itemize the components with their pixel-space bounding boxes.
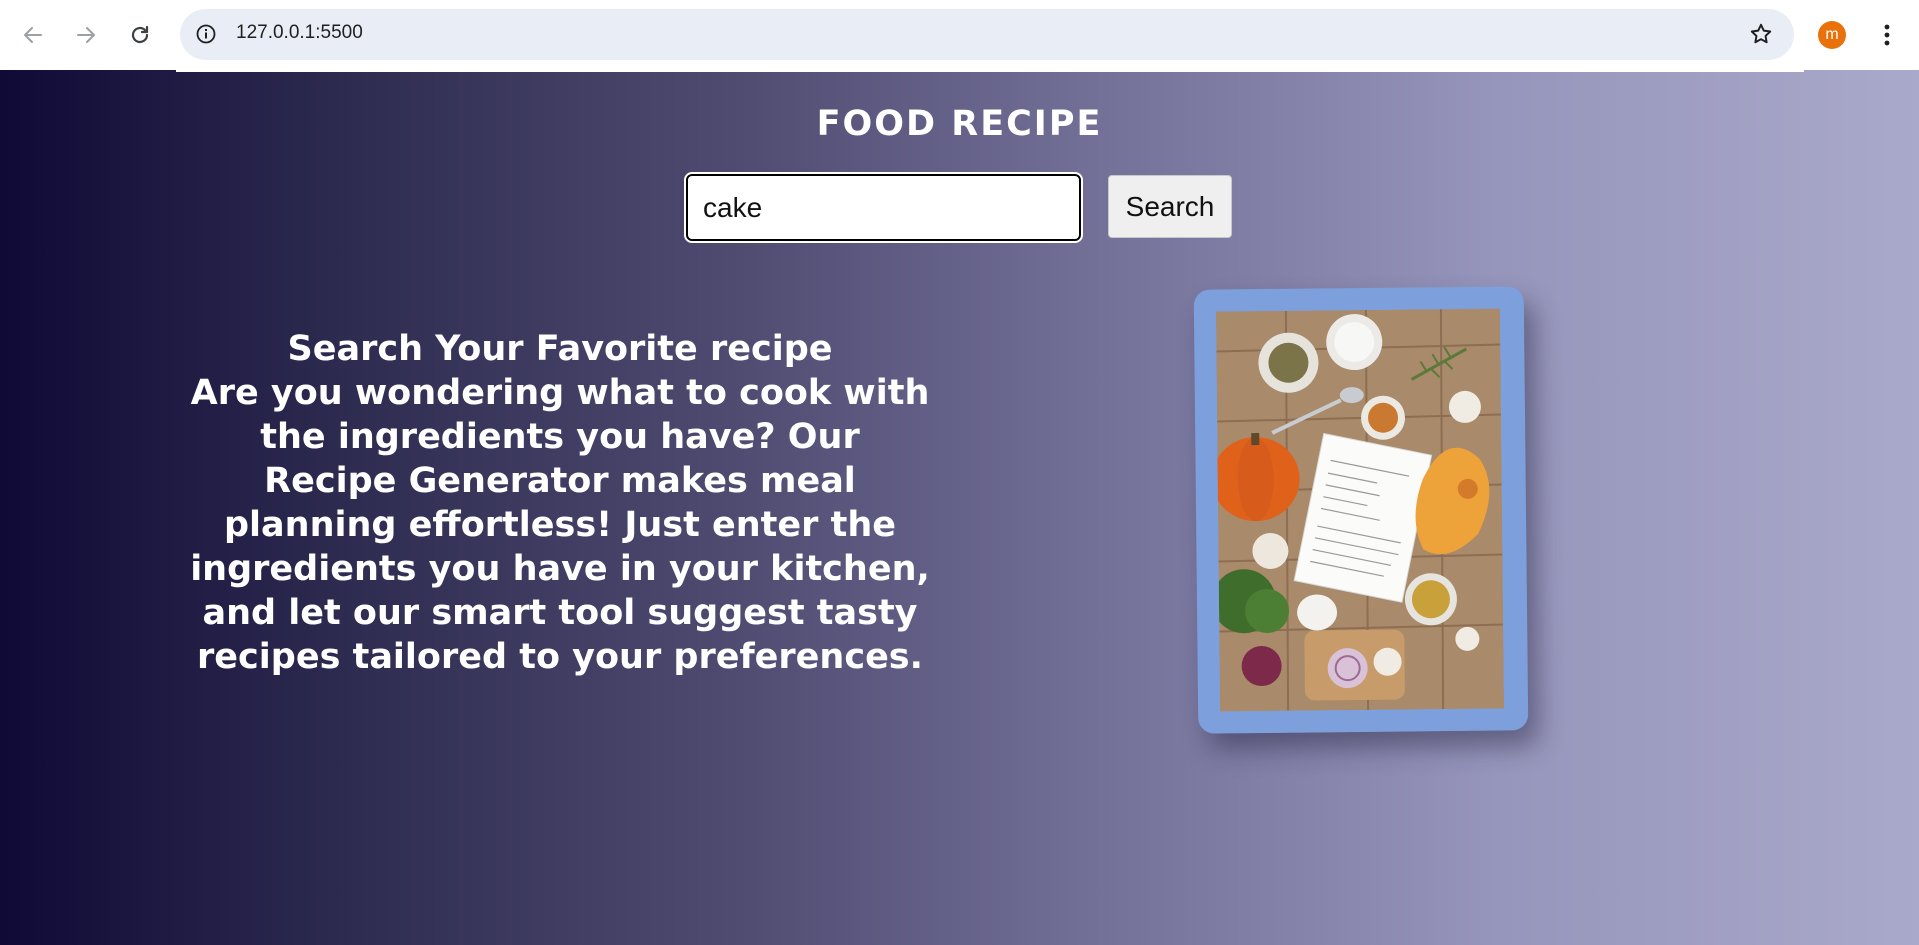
address-bar[interactable]: 127.0.0.1:5500 [180,9,1794,60]
profile-avatar[interactable]: m [1818,21,1846,49]
kebab-menu-icon[interactable] [1872,20,1902,50]
reload-button[interactable] [122,17,158,53]
search-button[interactable]: Search [1108,175,1232,238]
bookmark-star-icon[interactable] [1748,21,1774,47]
ingredients-photo [1215,308,1505,712]
ingredients-illustration [1215,308,1505,712]
forward-arrow-icon [77,27,95,43]
reload-icon [131,25,149,44]
search-input[interactable] [684,172,1083,243]
back-button[interactable] [15,17,51,53]
forward-button[interactable] [68,17,104,53]
recipe-image-card [1193,286,1529,734]
intro-text: Search Your Favorite recipe Are you wond… [190,327,930,679]
intro-body: Are you wondering what to cook with the … [190,373,930,677]
toolbar-divider [176,70,1804,72]
intro-heading: Search Your Favorite recipe [287,329,833,369]
page-viewport: FOOD RECIPE Search Search Your Favorite … [0,70,1919,945]
site-info-icon[interactable] [195,23,217,45]
back-arrow-icon [24,27,42,43]
page-title: FOOD RECIPE [816,104,1103,144]
browser-toolbar: 127.0.0.1:5500 m [0,0,1919,70]
url-text[interactable]: 127.0.0.1:5500 [236,22,363,44]
